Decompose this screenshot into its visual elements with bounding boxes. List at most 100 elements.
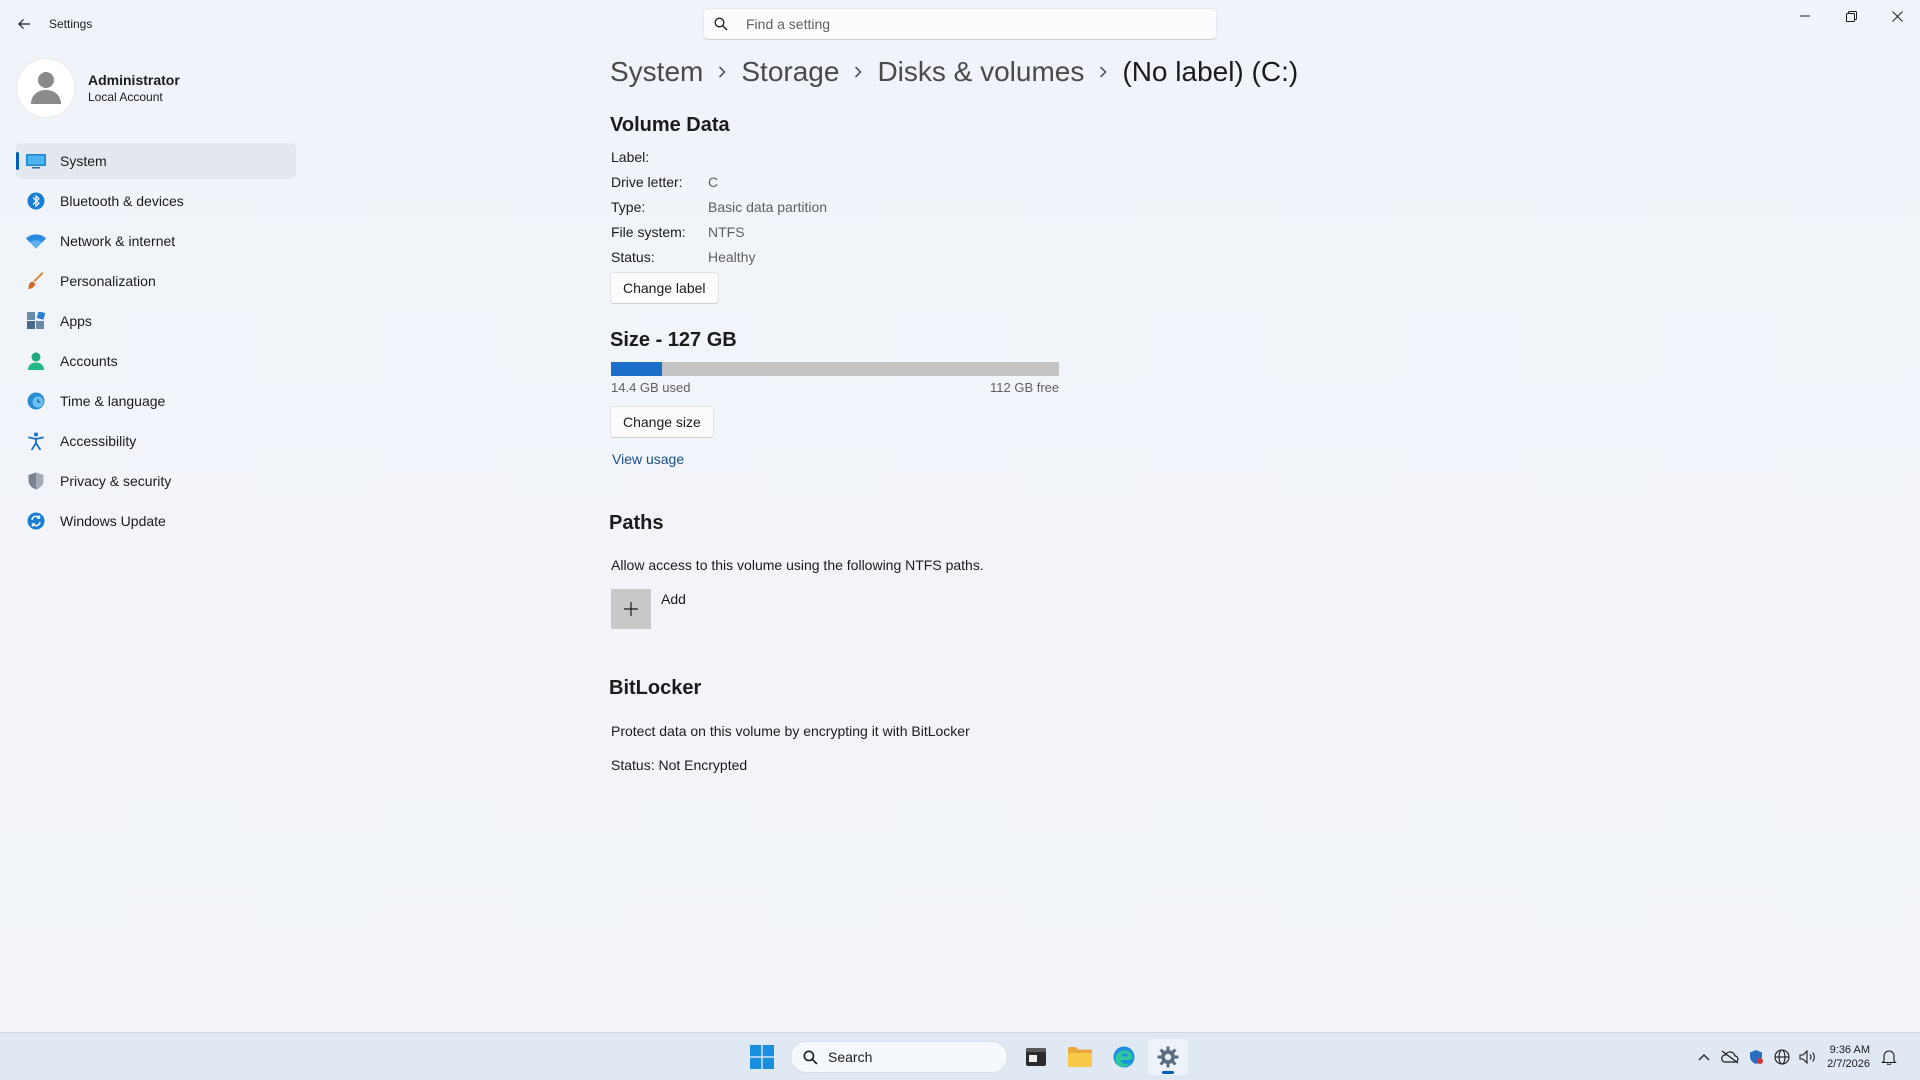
sidebar-nav: System Bluetooth & devices Network & int…	[16, 143, 296, 543]
bitlocker-description: Protect data on this volume by encryptin…	[611, 723, 970, 739]
chevron-up-icon	[1698, 1054, 1710, 1061]
field-type: Type: Basic data partition	[611, 199, 827, 215]
taskbar-settings[interactable]	[1148, 1039, 1188, 1075]
sidebar-item-accounts[interactable]: Accounts	[16, 343, 296, 379]
sidebar-item-personalization[interactable]: Personalization	[16, 263, 296, 299]
field-label: Label:	[611, 149, 708, 165]
taskbar-clock[interactable]: 9:36 AM 2/7/2026	[1827, 1043, 1870, 1071]
breadcrumb-storage[interactable]: Storage	[741, 56, 839, 88]
restore-icon	[1845, 10, 1857, 22]
shield-alert-icon	[1750, 1050, 1764, 1064]
sidebar-item-label: Bluetooth & devices	[60, 193, 184, 209]
tray-defender[interactable]	[1743, 1044, 1769, 1070]
settings-search-box[interactable]	[703, 8, 1217, 40]
plus-icon	[624, 602, 638, 616]
system-icon	[26, 151, 46, 171]
sidebar-item-accessibility[interactable]: Accessibility	[16, 423, 296, 459]
avatar	[16, 58, 76, 118]
windows-logo-icon	[750, 1045, 774, 1069]
tray-onedrive[interactable]	[1717, 1044, 1743, 1070]
folder-icon	[1068, 1047, 1092, 1067]
page-title: (No label) (C:)	[1122, 56, 1299, 87]
sidebar-item-windows-update[interactable]: Windows Update	[16, 503, 296, 539]
add-path-button[interactable]	[611, 589, 651, 629]
start-button[interactable]	[742, 1039, 782, 1075]
sidebar-item-network-internet[interactable]: Network & internet	[16, 223, 296, 259]
sidebar-item-bluetooth-devices[interactable]: Bluetooth & devices	[16, 183, 296, 219]
paths-description: Allow access to this volume using the fo…	[611, 557, 984, 573]
chevron-right-icon	[717, 65, 727, 79]
tray-notifications[interactable]	[1876, 1044, 1902, 1070]
taskbar-file-explorer[interactable]	[1060, 1039, 1100, 1075]
change-label-button[interactable]: Change label	[610, 272, 719, 304]
sidebar-item-label: Personalization	[60, 273, 156, 289]
volume-data-heading: Volume Data	[610, 114, 730, 136]
field-value: C	[708, 174, 719, 190]
free-space-text: 112 GB free	[990, 380, 1060, 395]
person-icon	[26, 351, 46, 371]
user-profile[interactable]: Administrator Local Account	[16, 58, 180, 118]
bluetooth-icon	[26, 191, 46, 211]
field-status: Status: Healthy	[611, 249, 755, 265]
field-value: NTFS	[708, 224, 745, 240]
size-heading: Size - 127 GB	[610, 329, 737, 351]
sidebar-item-system[interactable]: System	[16, 143, 296, 179]
taskbar-terminal[interactable]	[1016, 1039, 1056, 1075]
settings-window: Settings Administrator Local Accoun	[0, 0, 1920, 1032]
breadcrumb: System Storage Disks & volumes (No label…	[610, 56, 1298, 88]
size-usage-bar	[611, 362, 1059, 376]
accessibility-icon	[26, 431, 46, 451]
gear-icon	[1157, 1046, 1179, 1068]
sidebar-item-label: Time & language	[60, 393, 166, 409]
cloud-off-icon	[1721, 1050, 1739, 1064]
settings-search-input[interactable]	[746, 16, 1186, 32]
sidebar-item-label: System	[60, 153, 107, 169]
sidebar-item-label: Apps	[60, 313, 92, 329]
taskbar-search[interactable]: Search	[790, 1041, 1008, 1073]
update-icon	[26, 511, 46, 531]
restore-button[interactable]	[1828, 0, 1874, 32]
apps-icon	[26, 311, 46, 331]
back-button[interactable]	[12, 12, 36, 36]
edge-icon	[1113, 1046, 1135, 1068]
field-key: Drive letter:	[611, 174, 683, 190]
view-usage-link[interactable]: View usage	[612, 451, 684, 467]
tray-volume[interactable]	[1795, 1044, 1821, 1070]
taskbar-edge[interactable]	[1104, 1039, 1144, 1075]
back-arrow-icon	[18, 19, 30, 29]
breadcrumb-system[interactable]: System	[610, 56, 703, 88]
bitlocker-heading: BitLocker	[609, 677, 702, 699]
breadcrumb-disks-volumes[interactable]: Disks & volumes	[877, 56, 1084, 88]
clock-time: 9:36 AM	[1829, 1044, 1870, 1056]
sidebar-item-label: Accounts	[60, 353, 118, 369]
close-button[interactable]	[1874, 0, 1920, 32]
terminal-icon	[1026, 1048, 1046, 1066]
title-bar: Settings	[0, 0, 1920, 48]
field-file-system: File system: NTFS	[611, 224, 745, 240]
window-controls	[1782, 0, 1920, 32]
change-size-button[interactable]: Change size	[610, 406, 714, 438]
clock-date: 2/7/2026	[1827, 1058, 1870, 1070]
minimize-button[interactable]	[1782, 0, 1828, 32]
show-hidden-icons-button[interactable]	[1691, 1044, 1717, 1070]
profile-account-type: Local Account	[88, 90, 163, 104]
sidebar-item-privacy-security[interactable]: Privacy & security	[16, 463, 296, 499]
size-usage-fill	[611, 362, 662, 376]
minimize-icon	[1800, 15, 1810, 17]
globe-clock-icon	[26, 391, 46, 411]
tray-network[interactable]	[1769, 1044, 1795, 1070]
app-title: Settings	[49, 17, 93, 31]
field-key: Label:	[611, 149, 650, 165]
sidebar-item-label: Accessibility	[60, 433, 137, 449]
sidebar-item-time-language[interactable]: Time & language	[16, 383, 296, 419]
taskbar: Search 9:36 AM 2/7/2026	[0, 1032, 1920, 1080]
search-icon	[803, 1049, 818, 1065]
sidebar-item-apps[interactable]: Apps	[16, 303, 296, 339]
taskbar-search-label: Search	[828, 1049, 873, 1065]
notification-icon	[1881, 1050, 1897, 1065]
add-path-label[interactable]: Add	[661, 591, 686, 607]
field-key: Type:	[611, 199, 646, 215]
profile-name: Administrator	[88, 72, 180, 88]
taskbar-center: Search	[742, 1039, 1192, 1075]
system-tray: 9:36 AM 2/7/2026	[1691, 1039, 1902, 1075]
